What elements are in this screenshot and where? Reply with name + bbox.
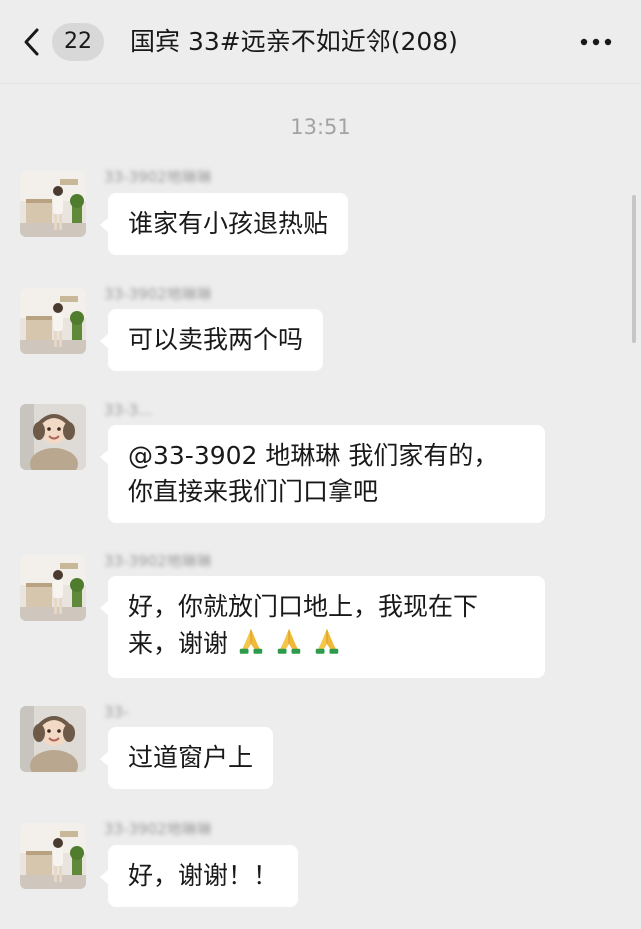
sender-nickname: 33-3902地琳琳 [104,168,212,186]
message-bubble[interactable]: 过道窗户上 [99,727,274,789]
message-text: 可以卖我两个吗 [128,325,304,354]
message-text-line: 你直接来我们门口拿吧 [128,477,379,506]
folded-hands-icon [236,625,266,655]
message-text: 来，谢谢 [128,629,229,658]
folded-hands-icon [274,625,304,655]
message-text-line: @33-3902 地琳琳 我们家有的， [128,441,499,470]
back-button[interactable]: 22 [18,22,112,62]
chat-title: 国宾 33#远亲不如近邻(208) [130,27,458,56]
avatar-child-photo [20,706,86,772]
message-bubble[interactable]: 谁家有小孩退热贴 [99,193,349,255]
avatar[interactable] [20,404,86,470]
message-bubble[interactable]: 可以卖我两个吗 [99,309,324,371]
sender-nickname: 33-3902地琳琳 [104,820,212,838]
message-bubble[interactable]: 好，你就放门口地上，我现在下 来，谢谢 [100,576,545,678]
message-text: 好，谢谢！！ [128,861,279,890]
chat-header: 22 国宾 33#远亲不如近邻(208) [0,0,641,84]
folded-hands-icon [312,625,342,655]
avatar-child-photo [20,404,86,470]
sender-nickname: 33-3902地琳琳 [104,552,212,570]
chat-message: 33-3902地琳琳 好，你就放门口地上，我现在下 来，谢谢 [0,549,641,679]
unread-count-badge: 22 [52,23,104,61]
avatar-office-photo [20,555,86,621]
avatar[interactable] [20,171,86,237]
sender-nickname: 33- [104,703,129,721]
avatar[interactable] [20,706,86,772]
chat-message: 33-3... @33-3902 地琳琳 我们家有的， 你直接来我们门口拿吧 [0,398,641,528]
avatar[interactable] [20,823,86,889]
chat-message: 33-3902地琳琳 好，谢谢！！ [0,817,641,917]
avatar[interactable] [20,288,86,354]
message-timestamp: 13:51 [290,115,351,139]
chat-message: 33- 过道窗户上 [0,700,641,800]
scrollbar[interactable] [632,195,636,343]
message-bubble[interactable]: 好，谢谢！！ [99,845,299,907]
emoji-group [236,625,342,665]
message-text-line: 好，你就放门口地上，我现在下 [128,592,479,621]
sender-nickname: 33-3... [104,401,153,419]
message-text-line: 来，谢谢 [128,625,525,665]
message-bubble[interactable]: @33-3902 地琳琳 我们家有的， 你直接来我们门口拿吧 [100,425,545,523]
chat-message: 33-3902地琳琳 可以卖我两个吗 [0,282,641,382]
chat-message: 33-3902地琳琳 谁家有小孩退热贴 [0,165,641,265]
avatar-office-photo [20,171,86,237]
avatar-office-photo [20,288,86,354]
message-text: 谁家有小孩退热贴 [128,209,329,238]
sender-nickname: 33-3902地琳琳 [104,285,212,303]
more-dots-icon[interactable] [572,26,620,58]
avatar[interactable] [20,555,86,621]
avatar-office-photo [20,823,86,889]
message-text: 过道窗户上 [128,743,254,772]
chevron-left-icon [24,28,39,56]
